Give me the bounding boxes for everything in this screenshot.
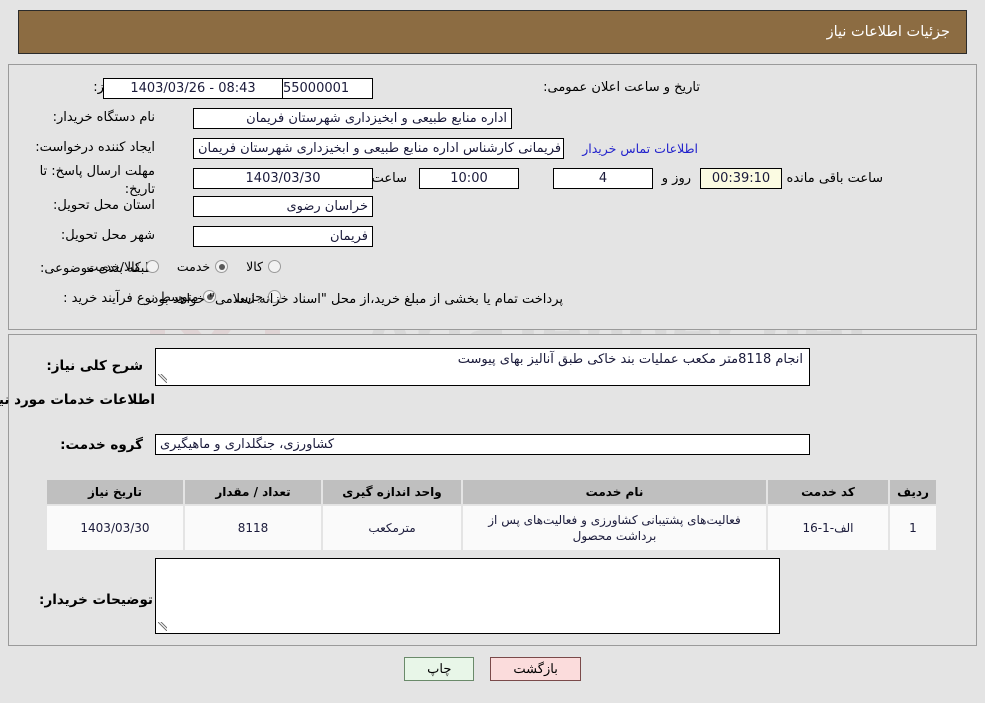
print-button[interactable]: چاپ <box>404 657 475 681</box>
cell-service-code: الف-1-16 <box>768 506 888 551</box>
category-option-label: کالا <box>246 259 263 274</box>
category-option-kala[interactable]: کالا <box>246 259 281 274</box>
buyer-notes-label: توضیحات خریدار: <box>39 592 153 608</box>
services-table: ردیف کد خدمت نام خدمت واحد اندازه گیری ت… <box>45 478 938 552</box>
deadline-label: مهلت ارسال پاسخ: تا تاریخ: <box>39 164 155 197</box>
page-title: جزئیات اطلاعات نیاز <box>826 24 950 40</box>
cell-radif: 1 <box>890 506 936 551</box>
cell-service-name: فعالیت‌های پشتیبانی کشاورزی و فعالیت‌های… <box>463 506 766 551</box>
description-label: شرح کلی نیاز: <box>46 358 143 374</box>
public-announce-value: 08:43 - 1403/03/26 <box>103 78 283 99</box>
cell-unit: مترمکعب <box>323 506 461 551</box>
buyer-notes-textarea[interactable] <box>155 558 780 634</box>
table-header-row: ردیف کد خدمت نام خدمت واحد اندازه گیری ت… <box>47 480 936 504</box>
th-service-code: کد خدمت <box>768 480 888 504</box>
th-radif: ردیف <box>890 480 936 504</box>
page-header-bar: جزئیات اطلاعات نیاز <box>18 10 967 54</box>
buyer-org-row: نام دستگاه خریدار: <box>53 110 155 125</box>
category-options: کالا خدمت کالا/خدمت <box>68 259 281 274</box>
days-label: روز و <box>661 171 691 186</box>
city-value: فریمان <box>193 226 373 247</box>
buyer-contact-link[interactable]: اطلاعات تماس خریدار <box>582 141 698 156</box>
requester-value: تکتم مقدس فریمانی کارشناس اداره منابع طب… <box>193 138 564 159</box>
page-root: AriaTender.net جزئیات اطلاعات نیاز شماره… <box>0 0 985 703</box>
requester-label: ایجاد کننده درخواست: <box>35 140 155 155</box>
radio-icon[interactable] <box>145 260 159 273</box>
th-quantity: تعداد / مقدار <box>185 480 321 504</box>
service-group-value: کشاورزی، جنگلداری و ماهیگیری <box>155 434 810 455</box>
deadline-row: مهلت ارسال پاسخ: تا تاریخ: <box>25 163 155 198</box>
public-announce-row: تاریخ و ساعت اعلان عمومی: <box>543 80 700 95</box>
treasury-note: پرداخت تمام یا بخشی از مبلغ خرید،از محل … <box>148 292 563 307</box>
radio-icon[interactable] <box>215 260 229 273</box>
service-group-label: گروه خدمت: <box>60 437 143 453</box>
countdown-label: ساعت باقی مانده <box>786 171 883 186</box>
days-value: 4 <box>553 168 653 189</box>
category-option-khedmat[interactable]: خدمت <box>176 259 229 274</box>
category-option-label: خدمت <box>176 259 211 274</box>
province-label: استان محل تحویل: <box>53 198 155 213</box>
radio-icon[interactable] <box>268 260 281 273</box>
th-need-date: تاریخ نیاز <box>47 480 183 504</box>
cell-quantity: 8118 <box>185 506 321 551</box>
city-label: شهر محل تحویل: <box>60 228 155 243</box>
countdown-value: 00:39:10 <box>700 168 782 189</box>
requester-row: ایجاد کننده درخواست: <box>35 140 155 155</box>
back-button[interactable]: بازگشت <box>490 657 581 681</box>
th-unit: واحد اندازه گیری <box>323 480 461 504</box>
category-option-label: کالا/خدمت <box>86 259 141 274</box>
buyer-org-label: نام دستگاه خریدار: <box>52 110 155 125</box>
th-service-name: نام خدمت <box>463 480 766 504</box>
public-announce-label: تاریخ و ساعت اعلان عمومی: <box>543 80 700 95</box>
table-row: 1 الف-1-16 فعالیت‌های پشتیبانی کشاورزی و… <box>47 506 936 551</box>
province-row: استان محل تحویل: <box>53 198 155 213</box>
hour-label: ساعت <box>371 171 407 186</box>
action-buttons: بازگشت چاپ <box>0 657 985 681</box>
buyer-org-value: اداره منابع طبیعی و ابخیزداری شهرستان فر… <box>193 108 512 129</box>
cell-need-date: 1403/03/30 <box>47 506 183 551</box>
description-textarea[interactable]: انجام 8118متر مکعب عملیات بند خاکی طبق آ… <box>155 348 810 386</box>
hour-value: 10:00 <box>419 168 519 189</box>
services-section-title: اطلاعات خدمات مورد نیاز <box>0 392 155 408</box>
category-option-kala-khedmat[interactable]: کالا/خدمت <box>86 259 159 274</box>
city-row: شهر محل تحویل: <box>61 228 155 243</box>
deadline-date-value: 1403/03/30 <box>193 168 373 189</box>
province-value: خراسان رضوی <box>193 196 373 217</box>
